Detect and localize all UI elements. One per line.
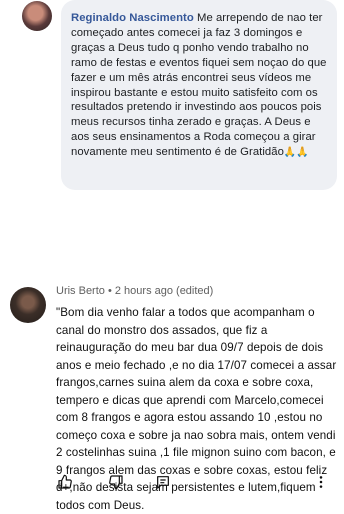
comment-text: Me arrependo de nao ter começado antes c…	[71, 12, 327, 159]
comment-header: Uris Berto • 2 hours ago (edited)	[56, 285, 213, 297]
comment-meta: • 2 hours ago (edited)	[107, 285, 214, 297]
reply-icon	[155, 474, 171, 495]
thumbs-down-icon	[108, 474, 124, 495]
thumbs-up-icon	[57, 474, 73, 495]
comment-author[interactable]: Uris Berto	[56, 285, 105, 297]
avatar[interactable]	[22, 1, 52, 31]
dislike-button[interactable]	[107, 474, 125, 495]
comment-author[interactable]: Reginaldo Nascimento	[71, 12, 194, 24]
screenshot-root: { "facebook_comment": { "author": "Regin…	[0, 0, 344, 512]
praying-hands-emoji: 🙏🙏	[283, 147, 309, 159]
comment-bubble: Reginaldo Nascimento Me arrependo de nao…	[61, 0, 337, 190]
avatar[interactable]	[10, 287, 46, 323]
comment-actions	[56, 474, 338, 495]
more-options-button[interactable]	[312, 475, 330, 493]
more-vertical-icon	[313, 474, 329, 495]
reply-button[interactable]	[154, 475, 172, 493]
like-button[interactable]	[56, 474, 74, 495]
